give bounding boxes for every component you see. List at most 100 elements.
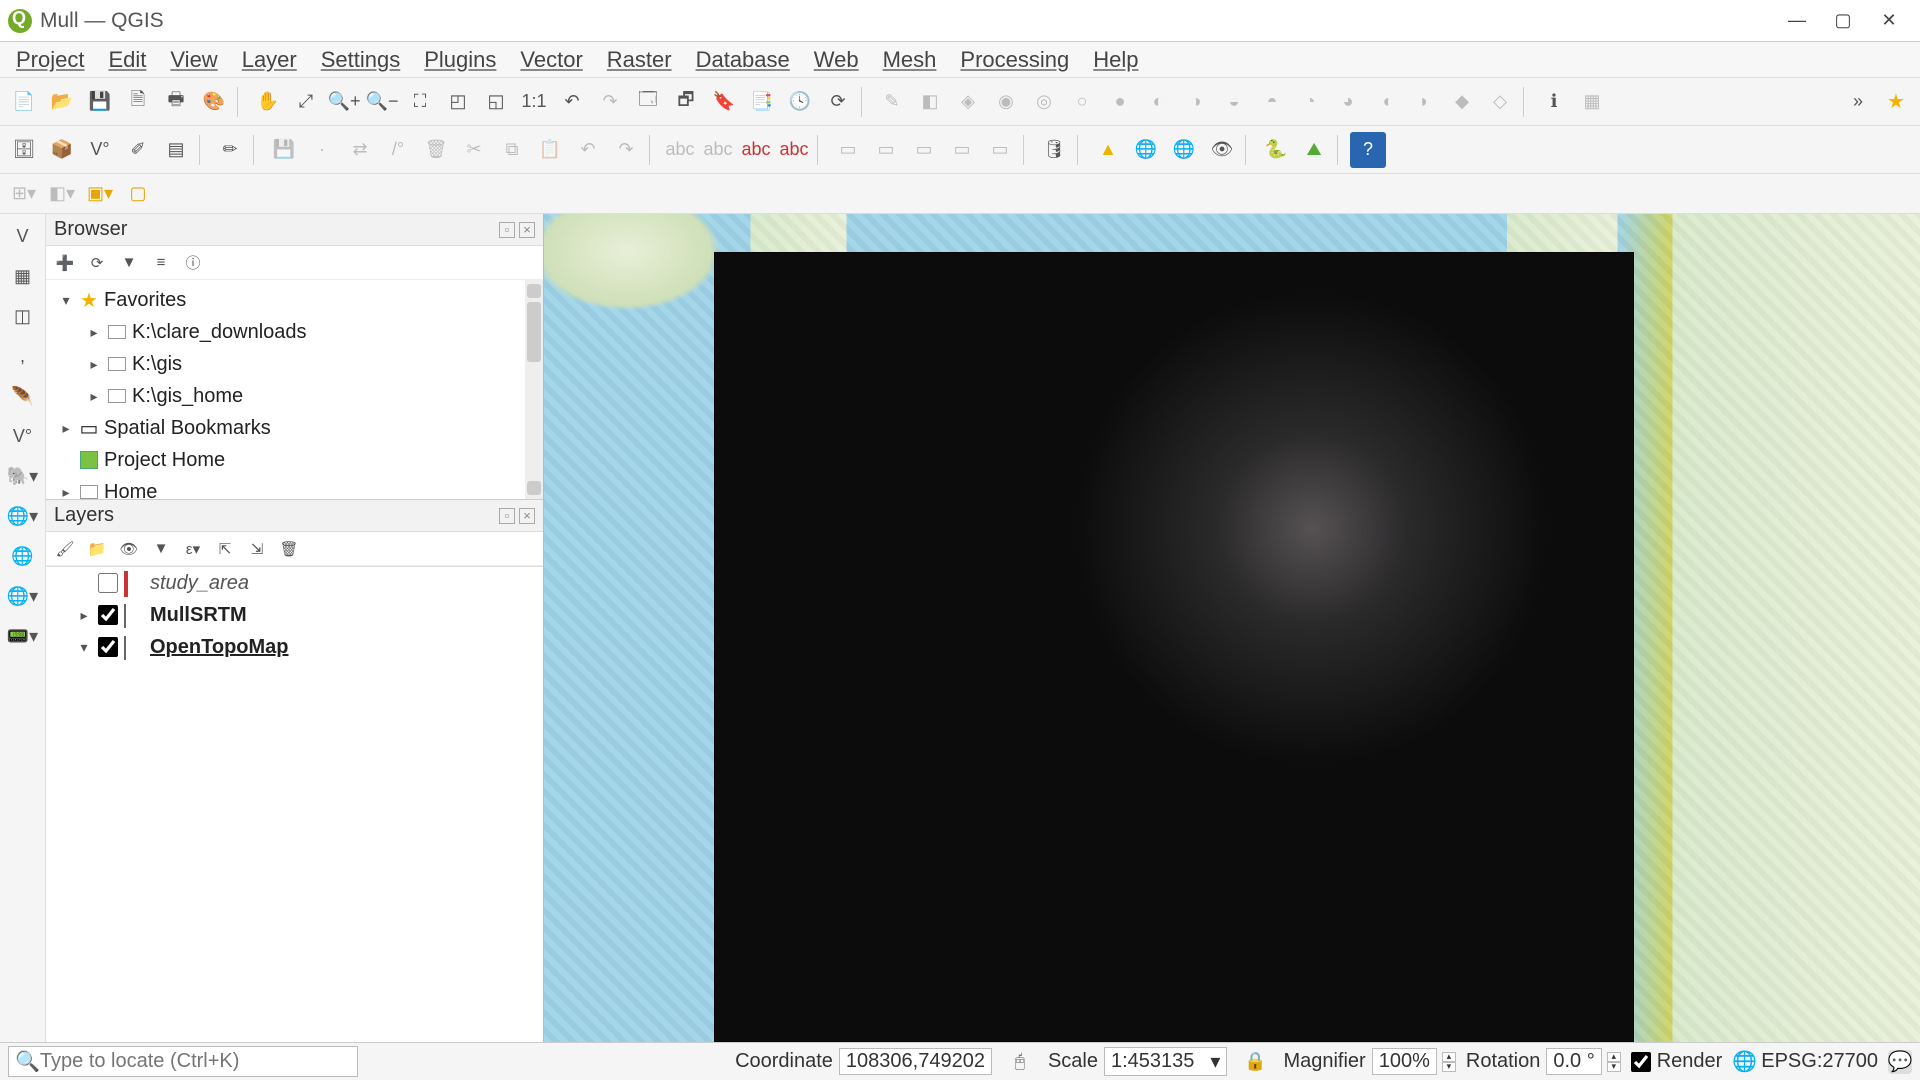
expander-icon[interactable]: ▸ [86,356,102,373]
manage-visibility-icon[interactable]: 👁 [116,536,142,562]
menu-database[interactable]: Database [686,43,800,77]
zoom-out-icon[interactable]: 🔍− [364,84,400,120]
zoom-last-icon[interactable]: ↶ [554,84,590,120]
open-project-icon[interactable]: 📂 [44,84,80,120]
digitize-tool-icon[interactable]: ✎ [874,84,910,120]
browser-item[interactable]: ▸Home [46,476,543,500]
browser-item[interactable]: ▸K:\gis_home [46,380,543,412]
menu-layer[interactable]: Layer [232,43,307,77]
cut-features-icon[interactable]: ✂ [456,132,492,168]
add-postgis-icon[interactable]: 🐘▾ [5,458,41,494]
new-geopackage-icon[interactable]: 📦 [44,132,80,168]
db-manager-icon[interactable]: 🛢 [1036,132,1072,168]
snap-config-icon[interactable]: ⊞▾ [6,176,42,212]
remove-layer-icon[interactable]: 🗑 [276,536,302,562]
scale-value[interactable]: 1:453135 ▾ [1104,1047,1227,1076]
menu-raster[interactable]: Raster [597,43,682,77]
menu-edit[interactable]: Edit [98,43,156,77]
chevron-down-icon[interactable]: ▾ [1210,1049,1220,1074]
minimize-button[interactable]: — [1774,6,1820,36]
advanced-digitize-2-icon[interactable]: ◉ [988,84,1024,120]
new-shapefile-icon[interactable]: V° [82,132,118,168]
python-console-icon[interactable]: 🐍 [1258,132,1294,168]
layer-item[interactable]: study_area [46,567,543,599]
zoom-selection-icon[interactable]: ◰ [440,84,476,120]
locator[interactable]: 🔍 [8,1046,358,1077]
browser-item[interactable]: ▸K:\gis [46,348,543,380]
scroll-thumb[interactable] [527,302,541,362]
advanced-digitize-15-icon[interactable]: ◇ [1482,84,1518,120]
magnifier-spinner[interactable]: ▴▾ [1442,1052,1456,1072]
snap-mode-icon[interactable]: ◧▾ [44,176,80,212]
advanced-digitize-11-icon[interactable]: ◕ [1330,84,1366,120]
panel-close-icon[interactable]: × [519,222,535,238]
layer-visibility-checkbox[interactable] [98,605,118,625]
attribute-table-shortcut-icon[interactable]: ▦ [1574,84,1610,120]
layer-item[interactable]: ▾OpenTopoMap [46,631,543,663]
node-tool-icon[interactable]: /° [380,132,416,168]
add-virtual-icon[interactable]: V° [5,418,41,454]
filter-legend-icon[interactable]: ▼ [148,536,174,562]
advanced-digitize-5-icon[interactable]: ● [1102,84,1138,120]
save-edits-icon[interactable]: 💾 [266,132,302,168]
new-virtual-icon[interactable]: ▤ [158,132,194,168]
style-manager-icon[interactable]: 🎨 [196,84,232,120]
collapse-all-icon[interactable]: ⇲ [244,536,270,562]
label-tool-3-icon[interactable]: abc [738,132,774,168]
magnifier-value[interactable]: 100% [1372,1048,1437,1075]
advanced-digitize-10-icon[interactable]: ◔ [1292,84,1328,120]
menu-view[interactable]: View [160,43,227,77]
data-source-manager-icon[interactable]: 🗄 [6,132,42,168]
add-wcs-icon[interactable]: 🌐 [5,538,41,574]
diagram-2-icon[interactable]: ▭ [868,132,904,168]
save-project-icon[interactable]: 💾 [82,84,118,120]
refresh-browser-icon[interactable]: ⟳ [84,250,110,276]
copy-features-icon[interactable]: ⧉ [494,132,530,168]
collapse-all-icon[interactable]: ≡ [148,250,174,276]
advanced-digitize-4-icon[interactable]: ○ [1064,84,1100,120]
menu-project[interactable]: Project [6,43,94,77]
osm-icon[interactable]: 👁 [1204,132,1240,168]
render-checkbox[interactable] [1631,1052,1651,1072]
locator-input[interactable] [40,1050,351,1073]
delete-selected-icon[interactable]: 🗑 [418,132,454,168]
menu-web[interactable]: Web [804,43,869,77]
add-mesh-icon[interactable]: ◫ [5,298,41,334]
zoom-in-icon[interactable]: 🔍+ [326,84,362,120]
expression-filter-icon[interactable]: ε▾ [180,536,206,562]
crs-button[interactable]: 🌐 EPSG:27700 [1732,1049,1878,1074]
style-dock-icon[interactable]: 🖌 [52,536,78,562]
favorites-star-icon[interactable]: ★ [1878,84,1914,120]
browser-item[interactable]: ▾★Favorites [46,284,543,316]
paste-features-icon[interactable]: 📋 [532,132,568,168]
add-feature-icon[interactable]: · [304,132,340,168]
label-tool-4-icon[interactable]: abc [776,132,812,168]
digitize-shape-icon[interactable]: ◧ [912,84,948,120]
add-vector-icon[interactable]: V [5,218,41,254]
map-canvas[interactable] [544,214,1920,1042]
snap-layers-icon[interactable]: ▣▾ [82,176,118,212]
menu-processing[interactable]: Processing [950,43,1079,77]
expander-icon[interactable]: ▾ [76,639,92,656]
menu-plugins[interactable]: Plugins [414,43,506,77]
maximize-button[interactable]: ▢ [1820,6,1866,36]
pan-to-selection-icon[interactable]: ⤢ [288,84,324,120]
zoom-full-icon[interactable]: ⛶ [402,84,438,120]
advanced-digitize-3-icon[interactable]: ◎ [1026,84,1062,120]
new-map-view-icon[interactable]: 🗔 [630,84,666,120]
toolbar-overflow-icon[interactable]: » [1840,84,1876,120]
new-bookmark-icon[interactable]: 🔖 [706,84,742,120]
advanced-digitize-8-icon[interactable]: ◒ [1216,84,1252,120]
new-3d-view-icon[interactable]: 🗗 [668,84,704,120]
add-spatialite-icon[interactable]: 🪶 [5,378,41,414]
browser-tree[interactable]: ▾★Favorites▸K:\clare_downloads▸K:\gis▸K:… [46,280,543,500]
rotation-spinner[interactable]: ▴▾ [1607,1052,1621,1072]
new-project-icon[interactable]: 📄 [6,84,42,120]
advanced-digitize-12-icon[interactable]: ◖ [1368,84,1404,120]
temporal-icon[interactable]: 🕓 [782,84,818,120]
expander-icon[interactable]: ▸ [76,607,92,624]
zoom-native-icon[interactable]: 1:1 [516,84,552,120]
advanced-digitize-14-icon[interactable]: ◆ [1444,84,1480,120]
panel-undock-icon[interactable]: ▫ [499,222,515,238]
scroll-up-icon[interactable] [527,284,541,298]
